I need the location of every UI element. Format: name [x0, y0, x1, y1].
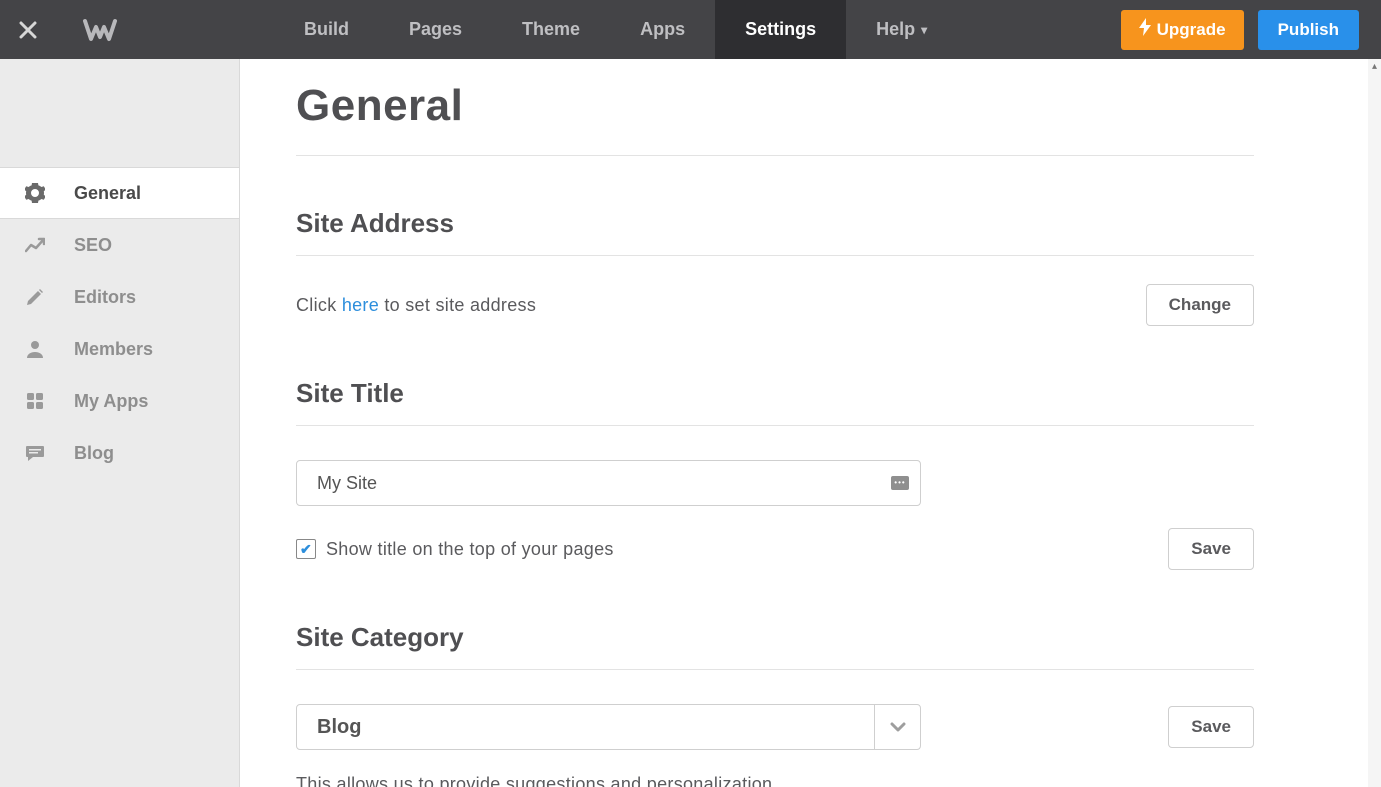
sidebar-spacer: [0, 59, 239, 167]
show-title-label: Show title on the top of your pages: [326, 539, 614, 560]
settings-sidebar: General SEO Editors Members My Apps Blog: [0, 59, 240, 787]
nav-label: Settings: [745, 19, 816, 40]
sidebar-item-label: My Apps: [74, 391, 148, 412]
change-label: Change: [1169, 295, 1231, 314]
comment-icon: [24, 444, 46, 462]
nav-label: Pages: [409, 19, 462, 40]
sidebar-item-label: Editors: [74, 287, 136, 308]
site-title-input[interactable]: [296, 460, 921, 506]
sidebar-item-editors[interactable]: Editors: [0, 271, 239, 323]
change-button[interactable]: Change: [1146, 284, 1254, 326]
section-site-category-heading: Site Category: [296, 570, 1254, 670]
nav-label: Apps: [640, 19, 685, 40]
chevron-down-icon: [874, 705, 920, 749]
section-site-title-heading: Site Title: [296, 326, 1254, 426]
person-icon: [24, 340, 46, 358]
section-site-address-heading: Site Address: [296, 156, 1254, 256]
publish-label: Publish: [1278, 20, 1339, 39]
page-title: General: [296, 69, 1254, 156]
site-address-row: Click here to set site address Change: [296, 284, 1254, 326]
sidebar-item-blog[interactable]: Blog: [0, 427, 239, 479]
main-panel: General Site Address Click here to set s…: [240, 59, 1368, 787]
nav-settings[interactable]: Settings: [715, 0, 846, 59]
nav-apps[interactable]: Apps: [610, 0, 715, 59]
sidebar-item-members[interactable]: Members: [0, 323, 239, 375]
nav-label: Help: [876, 19, 915, 40]
save-category-button[interactable]: Save: [1168, 706, 1254, 748]
nav-label: Build: [304, 19, 349, 40]
show-title-checkbox[interactable]: [296, 539, 316, 559]
sidebar-item-seo[interactable]: SEO: [0, 219, 239, 271]
sidebar-item-general[interactable]: General: [0, 167, 239, 219]
scrollbar[interactable]: ▴: [1368, 59, 1381, 787]
upgrade-button[interactable]: Upgrade: [1121, 10, 1244, 50]
addr-after: to set site address: [379, 295, 536, 315]
nav-label: Theme: [522, 19, 580, 40]
content: General Site Address Click here to set s…: [240, 59, 1310, 787]
nav-build[interactable]: Build: [274, 0, 379, 59]
site-address-text: Click here to set site address: [296, 295, 536, 316]
sidebar-item-label: SEO: [74, 235, 112, 256]
grid-icon: [24, 392, 46, 410]
top-nav: Build Pages Theme Apps Settings Help ▾ Up…: [0, 0, 1381, 59]
gear-icon: [24, 183, 46, 203]
site-address-link[interactable]: here: [342, 295, 379, 315]
show-title-left: Show title on the top of your pages: [296, 539, 614, 560]
pencil-icon: [24, 288, 46, 306]
trend-icon: [24, 237, 46, 253]
nav-right: Upgrade Publish: [1121, 0, 1359, 59]
upgrade-label: Upgrade: [1157, 20, 1226, 40]
save-title-button[interactable]: Save: [1168, 528, 1254, 570]
addr-before: Click: [296, 295, 342, 315]
scroll-up-icon[interactable]: ▴: [1368, 59, 1381, 73]
chevron-down-icon: ▾: [921, 23, 927, 37]
publish-button[interactable]: Publish: [1258, 10, 1359, 50]
weebly-logo-icon[interactable]: [56, 17, 144, 43]
site-title-input-wrap: [296, 460, 921, 506]
show-title-row: Show title on the top of your pages Save: [296, 528, 1254, 570]
sidebar-item-label: Blog: [74, 443, 114, 464]
sidebar-item-label: Members: [74, 339, 153, 360]
nav-items: Build Pages Theme Apps Settings Help ▾: [274, 0, 957, 59]
nav-theme[interactable]: Theme: [492, 0, 610, 59]
sidebar-item-myapps[interactable]: My Apps: [0, 375, 239, 427]
input-suggest-icon[interactable]: [891, 476, 909, 490]
save-label: Save: [1191, 539, 1231, 558]
save-label: Save: [1191, 717, 1231, 736]
site-category-select[interactable]: Blog: [296, 704, 921, 750]
close-icon[interactable]: [0, 0, 56, 59]
site-category-row: Blog Save: [296, 704, 1254, 750]
lightning-icon: [1139, 18, 1151, 41]
nav-pages[interactable]: Pages: [379, 0, 492, 59]
sidebar-item-label: General: [74, 183, 141, 204]
site-category-selected: Blog: [297, 705, 874, 749]
nav-help[interactable]: Help ▾: [846, 0, 957, 59]
site-category-helper: This allows us to provide suggestions an…: [296, 774, 1254, 787]
